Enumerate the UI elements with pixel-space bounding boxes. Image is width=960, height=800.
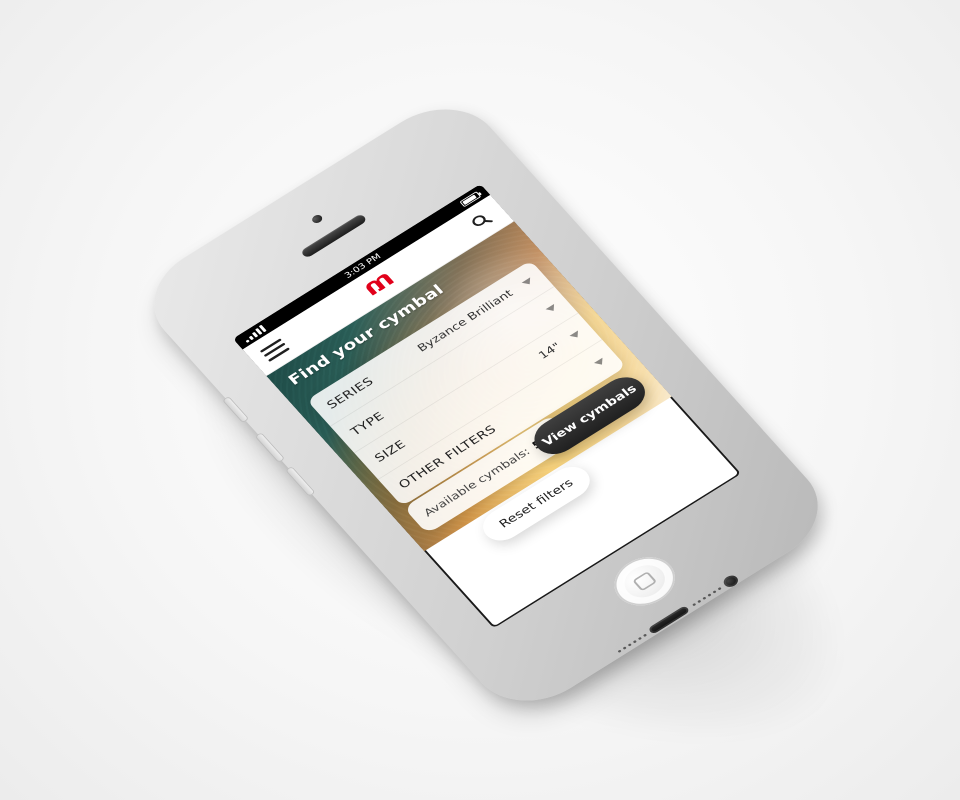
filter-value [536,315,543,319]
filter-value: 14" [536,340,564,362]
chevron-down-icon [593,357,606,367]
battery-level-fill [461,194,477,205]
home-button-icon [632,571,658,592]
device-mockup: 3:03 PM Find your cymbal SERIES Byzance … [0,0,960,800]
hamburger-menu-icon[interactable] [259,338,290,362]
filter-value [584,368,591,372]
chevron-down-icon [521,277,534,287]
search-icon[interactable] [465,207,498,234]
chevron-down-icon [545,303,558,314]
chevron-down-icon [569,330,582,341]
